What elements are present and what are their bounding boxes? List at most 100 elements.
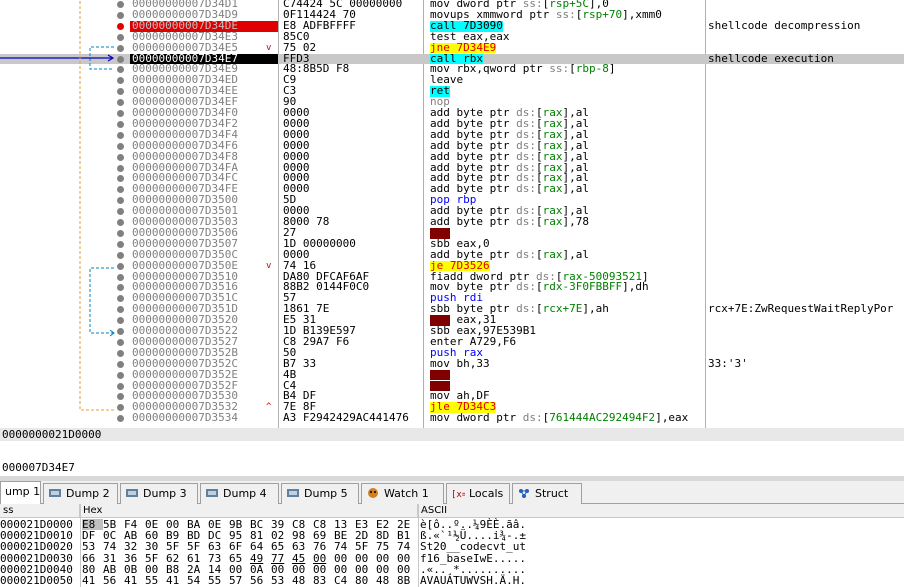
instruction-text[interactable]: mov rbx,qword ptr ss:[rbp-8] <box>430 64 705 75</box>
hex-byte[interactable]: 8B <box>397 575 418 586</box>
instruction-text[interactable]: nop <box>430 97 705 108</box>
dump-row[interactable]: 000021D0020 53 74 32 30 5F 5F 63 6F 64 65 63 76 74 5F 7… <box>0 541 904 552</box>
instruction-comment[interactable] <box>708 391 904 402</box>
instruction-comment[interactable] <box>708 86 904 97</box>
instruction-text[interactable]: push rdi <box>430 293 705 304</box>
hex-byte[interactable]: 5F <box>355 541 376 552</box>
dump-ascii[interactable]: AVAUATUWVSH.Ä.H. <box>420 575 540 586</box>
instruction-comment[interactable] <box>708 337 904 348</box>
hex-byte[interactable]: 41 <box>82 575 103 586</box>
instruction-text[interactable]: mov bh,33 <box>430 359 705 370</box>
tab-dump-5[interactable]: Dump 5 <box>281 483 359 504</box>
instruction-comment[interactable] <box>708 261 904 272</box>
hex-byte[interactable]: 41 <box>166 575 187 586</box>
hex-byte[interactable]: 63 <box>292 541 313 552</box>
instruction-comment[interactable] <box>708 97 904 108</box>
instruction-comment[interactable] <box>708 184 904 195</box>
tab-dump-2[interactable]: Dump 2 <box>43 483 118 504</box>
instruction-text[interactable]: add byte ptr ds:[rax],al <box>430 119 705 130</box>
hex-byte[interactable]: 74 <box>397 541 418 552</box>
instruction-comment[interactable] <box>708 282 904 293</box>
instruction-comment[interactable] <box>708 10 904 21</box>
instruction-text[interactable]: jne 7D34E9 <box>430 42 705 54</box>
instruction-comment[interactable] <box>708 32 904 43</box>
instruction-comment[interactable]: rcx+7E:ZwRequestWaitReplyPor <box>708 304 904 315</box>
tab-dump-3[interactable]: Dump 3 <box>120 483 198 504</box>
instruction-comment[interactable] <box>708 228 904 239</box>
dump-address[interactable]: 000021D0020 <box>0 541 80 552</box>
instruction-text[interactable]: mov dword ptr ds:[761444AC292494F2],eax <box>430 413 705 424</box>
hex-byte[interactable]: 76 <box>313 541 334 552</box>
hex-byte[interactable]: 75 <box>376 541 397 552</box>
hex-byte[interactable]: 57 <box>229 575 250 586</box>
instruction-comment[interactable] <box>708 370 904 381</box>
instruction-text[interactable]: in eax,31 <box>430 315 705 326</box>
instruction-bytes[interactable]: C8 29A7 F6 <box>283 336 423 348</box>
instruction-text[interactable]: call rbx <box>430 53 705 65</box>
hex-byte[interactable]: 5F <box>187 541 208 552</box>
hex-byte[interactable]: C4 <box>334 575 355 586</box>
instruction-text[interactable]: leave <box>430 75 705 86</box>
hex-byte[interactable]: 48 <box>376 575 397 586</box>
hex-dump-view[interactable]: 000021D0000 E8 5B F4 0E 00 BA 0E 9B BC 39 C8 C8 13 E3 E… <box>0 518 904 587</box>
instruction-comment[interactable] <box>708 173 904 184</box>
hex-byte[interactable]: 64 <box>250 541 271 552</box>
instruction-bytes[interactable]: A3 F2942429AC441476 <box>283 412 423 424</box>
instruction-text[interactable]: add byte ptr ds:[rax],al <box>430 130 705 141</box>
instruction-text[interactable]: add byte ptr ds:[rax],al <box>430 108 705 119</box>
instruction-comment[interactable] <box>708 108 904 119</box>
hex-byte[interactable]: 74 <box>103 541 124 552</box>
hex-byte[interactable]: 53 <box>82 541 103 552</box>
instruction-comment[interactable] <box>708 381 904 392</box>
instruction-text[interactable]: add byte ptr ds:[rax],al <box>430 163 705 174</box>
instruction-text[interactable]: add byte ptr ds:[rax],al <box>430 206 705 217</box>
hex-byte[interactable]: 65 <box>271 541 292 552</box>
instruction-comment[interactable] <box>708 402 904 413</box>
instruction-text[interactable]: movups xmmword ptr ss:[rsp+70],xmm0 <box>430 10 705 21</box>
instruction-text[interactable]: pop rbp <box>430 195 705 206</box>
instruction-comment[interactable] <box>708 152 904 163</box>
instruction-text[interactable]: ??? <box>430 369 705 381</box>
hex-byte[interactable]: 80 <box>355 575 376 586</box>
hex-byte[interactable]: 63 <box>208 541 229 552</box>
tab-watch-1[interactable]: Watch 1 <box>361 483 444 504</box>
instruction-text[interactable]: ??? <box>430 380 705 392</box>
instruction-comment[interactable] <box>708 75 904 86</box>
instruction-comment[interactable] <box>708 315 904 326</box>
hex-byte[interactable]: 56 <box>250 575 271 586</box>
hex-byte[interactable]: 6F <box>229 541 250 552</box>
instruction-comment[interactable] <box>708 413 904 424</box>
hex-byte[interactable]: 56 <box>103 575 124 586</box>
instruction-text[interactable]: add byte ptr ds:[rax],al <box>430 250 705 261</box>
instruction-comment[interactable] <box>708 43 904 54</box>
instruction-comment[interactable] <box>708 239 904 250</box>
tab-ump-1[interactable]: ump 1 <box>0 481 41 505</box>
disasm-row[interactable]: 00000000007D3534 A3 F2942429AC441476 mov d… <box>0 412 904 424</box>
hex-byte[interactable]: 54 <box>187 575 208 586</box>
instruction-text[interactable]: add byte ptr ds:[rax],al <box>430 152 705 163</box>
instruction-bytes[interactable]: 48:8B5D F8 <box>283 63 423 75</box>
instruction-comment[interactable] <box>708 195 904 206</box>
dump-row[interactable]: 000021D0050 41 56 41 55 41 54 55 57 56 53 48 83 C4 80 4… <box>0 575 904 586</box>
hex-byte[interactable]: 53 <box>271 575 292 586</box>
hex-byte[interactable]: 55 <box>208 575 229 586</box>
hex-byte[interactable]: 55 <box>145 575 166 586</box>
instruction-comment[interactable] <box>708 326 904 337</box>
instruction-text[interactable]: call 7D3090 <box>430 20 705 32</box>
instruction-comment[interactable] <box>708 141 904 152</box>
instruction-text[interactable]: mov byte ptr ds:[rdx-3F0FBBFF],dh <box>430 282 705 293</box>
instruction-bytes[interactable]: C3 <box>283 85 423 97</box>
instruction-comment[interactable]: 33:'3' <box>708 359 904 370</box>
ascii-column-header[interactable]: ASCII <box>418 504 904 518</box>
instruction-text[interactable]: sbb eax,0 <box>430 239 705 250</box>
instruction-bytes[interactable]: C9 <box>283 74 423 86</box>
address-column-header[interactable]: ss <box>0 504 80 518</box>
hex-byte[interactable]: 48 <box>292 575 313 586</box>
instruction-text[interactable]: jle 7D34C3 <box>430 402 705 414</box>
instruction-address[interactable]: 00000000007D3534 <box>130 412 278 424</box>
instruction-comment[interactable]: shellcode execution <box>708 54 904 65</box>
instruction-bytes[interactable]: 4B <box>283 369 423 381</box>
tab-dump-4[interactable]: Dump 4 <box>200 483 279 504</box>
hex-byte[interactable]: 83 <box>313 575 334 586</box>
hex-byte[interactable]: 41 <box>124 575 145 586</box>
